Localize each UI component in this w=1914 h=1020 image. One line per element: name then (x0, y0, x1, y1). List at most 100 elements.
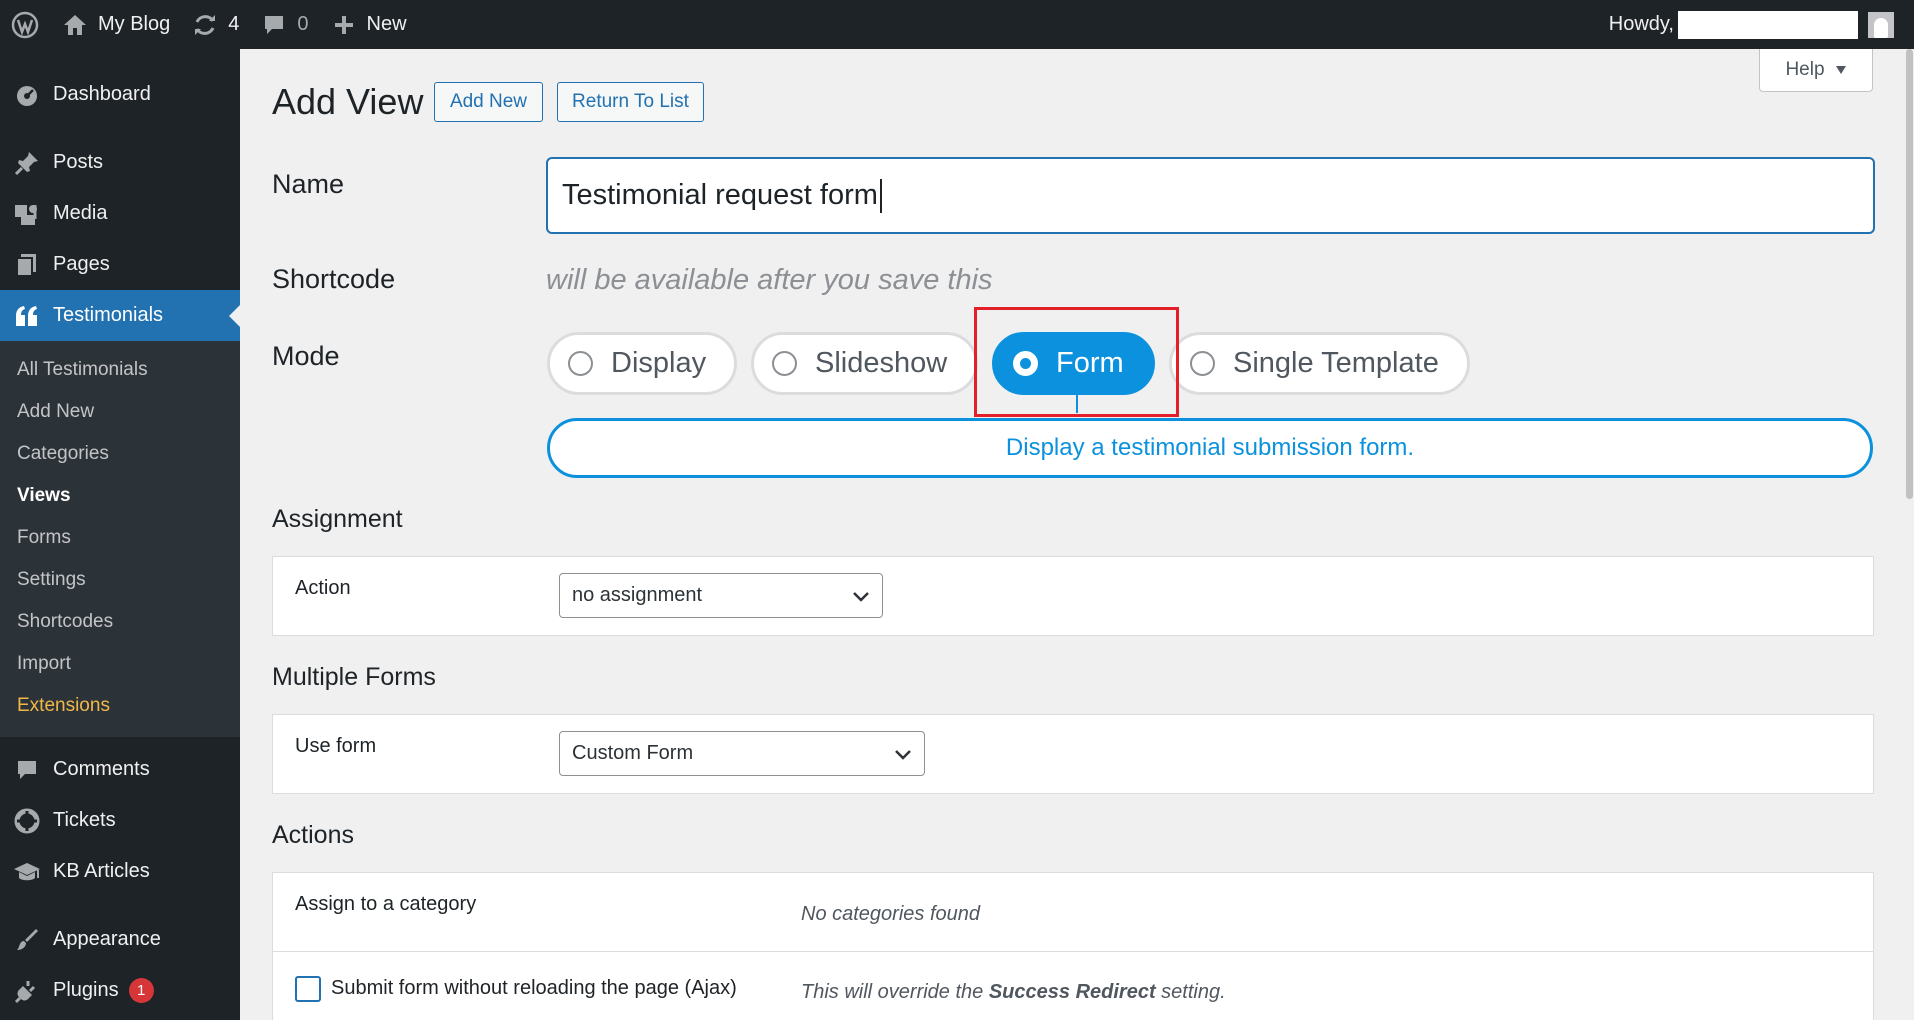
view-name-value: Testimonial request form (562, 179, 878, 211)
sidebar-item-kb-articles[interactable]: KB Articles (0, 846, 240, 897)
mode-label: Mode (272, 341, 340, 371)
sidebar-item-label: Comments (53, 758, 150, 780)
howdy-text: Howdy, (1608, 13, 1674, 35)
sidebar-item-pages[interactable]: Pages (0, 239, 240, 290)
sidebar-item-label: Appearance (53, 928, 161, 950)
updates-link[interactable]: 4 (180, 0, 249, 49)
help-tab-button[interactable]: Help (1759, 49, 1873, 92)
admin-sidebar: Dashboard Posts Media Pages Testimonials… (0, 49, 240, 1020)
mode-option-single-template[interactable]: Single Template (1169, 332, 1470, 395)
radio-button[interactable] (568, 351, 593, 376)
text-caret (879, 178, 882, 213)
help-label: Help (1785, 59, 1825, 80)
ajax-note-suffix: setting. (1155, 981, 1226, 1003)
comment-bubble-icon (12, 755, 42, 785)
submenu-shortcodes[interactable]: Shortcodes (0, 601, 240, 643)
page-scrollbar[interactable] (1905, 49, 1914, 1020)
support-ring-icon (12, 806, 42, 836)
use-form-select[interactable]: Custom Form (559, 731, 925, 776)
plus-icon (329, 10, 359, 40)
view-name-input[interactable]: Testimonial request form (546, 157, 1875, 234)
site-name: My Blog (98, 13, 171, 35)
mode-option-label: Display (611, 347, 707, 379)
submenu-add-new[interactable]: Add New (0, 391, 240, 433)
dashboard-gauge-icon (12, 80, 42, 110)
sidebar-item-testimonials[interactable]: Testimonials (0, 290, 240, 341)
action-label: Action (295, 577, 351, 599)
return-to-list-button[interactable]: Return To List (557, 82, 704, 122)
pushpin-icon (12, 148, 42, 178)
submenu-categories[interactable]: Categories (0, 433, 240, 475)
avatar[interactable] (1868, 11, 1894, 38)
home-icon (60, 10, 90, 40)
mode-description-connector (1076, 395, 1078, 413)
ajax-checkbox-label[interactable]: Submit form without reloading the page (… (331, 977, 737, 1000)
chevron-down-icon (894, 745, 912, 768)
submenu-all-testimonials[interactable]: All Testimonials (0, 349, 240, 391)
radio-button[interactable] (1190, 351, 1215, 376)
sidebar-item-comments[interactable]: Comments (0, 744, 240, 795)
submenu-import[interactable]: Import (0, 643, 240, 685)
media-icon (12, 199, 42, 229)
new-content-link[interactable]: New (319, 0, 417, 49)
plug-icon (12, 976, 42, 1006)
sidebar-item-label: Posts (53, 151, 104, 173)
sidebar-item-tickets[interactable]: Tickets (0, 795, 240, 846)
sidebar-item-posts[interactable]: Posts (0, 137, 240, 188)
ajax-checkbox[interactable] (295, 976, 321, 1002)
mode-description: Display a testimonial submission form. (547, 418, 1873, 478)
action-select-value: no assignment (572, 584, 703, 606)
submenu-extensions[interactable]: Extensions (0, 685, 240, 727)
sidebar-item-label: Plugins (53, 979, 119, 1001)
ajax-note-prefix: This will override the (801, 981, 989, 1003)
sidebar-item-label: Media (53, 202, 108, 224)
sidebar-item-label: KB Articles (53, 860, 150, 882)
chevron-down-icon (852, 587, 870, 610)
pages-icon (12, 250, 42, 280)
comments-count: 0 (297, 13, 309, 35)
action-select[interactable]: no assignment (559, 573, 883, 618)
redacted-username (1678, 10, 1858, 39)
actions-panel: Assign to a category No categories found… (272, 872, 1874, 1020)
sidebar-item-appearance[interactable]: Appearance (0, 914, 240, 965)
use-form-select-value: Custom Form (572, 742, 694, 764)
row-divider (273, 951, 1873, 952)
graduation-cap-icon (12, 857, 42, 887)
no-categories-note: No categories found (801, 903, 981, 925)
shortcode-label: Shortcode (272, 264, 396, 294)
quote-icon (12, 301, 42, 331)
paintbrush-icon (12, 925, 42, 955)
comment-bubble-icon (259, 10, 289, 40)
actions-section-title: Actions (272, 821, 354, 849)
new-label: New (366, 13, 407, 35)
sidebar-item-dashboard[interactable]: Dashboard (0, 69, 240, 120)
submenu-views[interactable]: Views (0, 475, 240, 517)
wordpress-logo-button[interactable] (0, 0, 50, 49)
multiple-forms-section-title: Multiple Forms (272, 663, 436, 691)
sidebar-item-plugins[interactable]: Plugins 1 (0, 965, 240, 1016)
ajax-override-note: This will override the Success Redirect … (801, 981, 1226, 1004)
ajax-note-bold: Success Redirect (988, 981, 1156, 1003)
plugins-update-badge: 1 (128, 978, 154, 1003)
my-account[interactable]: Howdy, (1609, 0, 1914, 49)
scrollbar-thumb[interactable] (1906, 49, 1913, 499)
assignment-section-title: Assignment (272, 505, 403, 533)
wordpress-icon (10, 10, 40, 40)
radio-button[interactable] (772, 351, 797, 376)
add-new-button[interactable]: Add New (434, 82, 543, 122)
shortcode-note: will be available after you save this (546, 264, 993, 296)
comments-link[interactable]: 0 (249, 0, 318, 49)
assignment-panel: Action no assignment (272, 556, 1874, 636)
caret-down-icon (1835, 59, 1847, 81)
updates-count: 4 (228, 13, 240, 35)
site-name-link[interactable]: My Blog (50, 0, 180, 49)
mode-option-slideshow[interactable]: Slideshow (751, 332, 979, 395)
sidebar-item-label: Pages (53, 253, 110, 275)
submenu-forms[interactable]: Forms (0, 517, 240, 559)
sidebar-item-media[interactable]: Media (0, 188, 240, 239)
submenu-settings[interactable]: Settings (0, 559, 240, 601)
sidebar-item-label: Dashboard (53, 83, 151, 105)
mode-option-display[interactable]: Display (547, 332, 738, 395)
updates-icon (190, 10, 220, 40)
mode-option-label: Single Template (1233, 347, 1439, 379)
